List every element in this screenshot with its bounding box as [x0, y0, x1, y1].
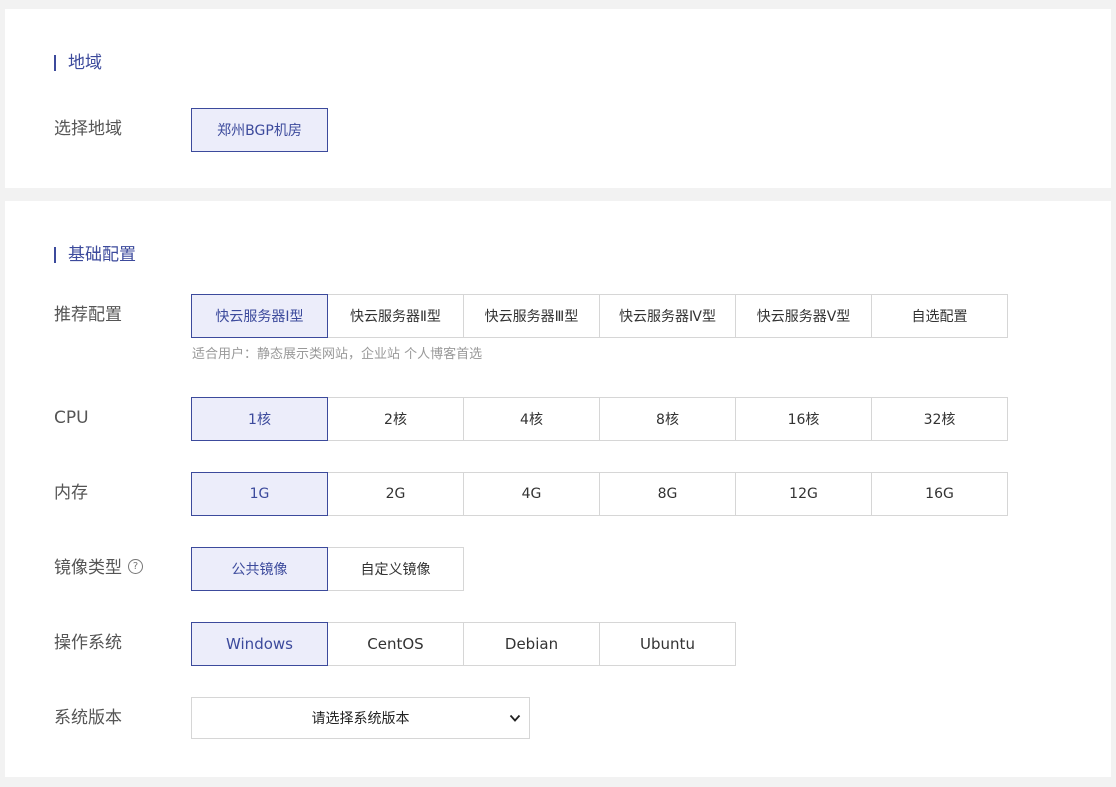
recommended-option-type-4[interactable]: 快云服务器Ⅳ型: [599, 294, 736, 338]
region-panel: 地域 选择地域 郑州BGP机房: [5, 9, 1111, 188]
memory-label: 内存: [54, 483, 88, 503]
os-version-selected-value: 请选择系统版本: [311, 711, 410, 727]
recommended-config-label: 推荐配置: [54, 305, 122, 325]
os-option-centos[interactable]: CentOS: [327, 622, 464, 666]
recommended-config-group: 快云服务器Ⅰ型 快云服务器Ⅱ型 快云服务器Ⅲ型 快云服务器Ⅳ型 快云服务器Ⅴ型 …: [191, 294, 1008, 338]
region-label: 选择地域: [54, 119, 122, 139]
memory-option-8g[interactable]: 8G: [599, 472, 736, 516]
cpu-option-16[interactable]: 16核: [735, 397, 872, 441]
region-option-group: 郑州BGP机房: [191, 108, 328, 152]
image-type-option-group: 公共镜像 自定义镜像: [191, 547, 464, 591]
cpu-option-4[interactable]: 4核: [463, 397, 600, 441]
image-type-row-label: 镜像类型?: [54, 546, 143, 590]
recommended-option-type-2[interactable]: 快云服务器Ⅱ型: [327, 294, 464, 338]
image-type-option-public[interactable]: 公共镜像: [191, 547, 328, 591]
memory-option-1g[interactable]: 1G: [191, 472, 328, 516]
region-section-title: 地域: [54, 53, 102, 73]
image-type-option-custom[interactable]: 自定义镜像: [327, 547, 464, 591]
recommended-option-custom[interactable]: 自选配置: [871, 294, 1008, 338]
os-option-group: Windows CentOS Debian Ubuntu: [191, 622, 736, 666]
cpu-option-1[interactable]: 1核: [191, 397, 328, 441]
cpu-option-group: 1核 2核 4核 8核 16核 32核: [191, 397, 1008, 441]
cpu-option-8[interactable]: 8核: [599, 397, 736, 441]
os-version-select[interactable]: 请选择系统版本: [191, 697, 530, 739]
image-type-label: 镜像类型: [54, 558, 122, 578]
cpu-label: CPU: [54, 408, 89, 428]
recommended-option-type-3[interactable]: 快云服务器Ⅲ型: [463, 294, 600, 338]
question-circle-icon[interactable]: ?: [128, 558, 143, 574]
region-option-zhengzhou-bgp[interactable]: 郑州BGP机房: [191, 108, 328, 152]
os-option-ubuntu[interactable]: Ubuntu: [599, 622, 736, 666]
memory-option-group: 1G 2G 4G 8G 12G 16G: [191, 472, 1008, 516]
os-label: 操作系统: [54, 633, 122, 653]
os-version-label: 系统版本: [54, 708, 122, 728]
memory-option-12g[interactable]: 12G: [735, 472, 872, 516]
chevron-down-icon: [509, 714, 521, 722]
cpu-option-32[interactable]: 32核: [871, 397, 1008, 441]
recommended-config-hint: 适合用户：静态展示类网站，企业站 个人博客首选: [192, 347, 483, 362]
config-panel: 基础配置 推荐配置 快云服务器Ⅰ型 快云服务器Ⅱ型 快云服务器Ⅲ型 快云服务器Ⅳ…: [5, 201, 1111, 777]
recommended-option-type-5[interactable]: 快云服务器Ⅴ型: [735, 294, 872, 338]
os-option-windows[interactable]: Windows: [191, 622, 328, 666]
recommended-option-type-1[interactable]: 快云服务器Ⅰ型: [191, 294, 328, 338]
config-section-title: 基础配置: [54, 245, 136, 265]
cpu-option-2[interactable]: 2核: [327, 397, 464, 441]
os-option-debian[interactable]: Debian: [463, 622, 600, 666]
memory-option-16g[interactable]: 16G: [871, 472, 1008, 516]
memory-option-2g[interactable]: 2G: [327, 472, 464, 516]
memory-option-4g[interactable]: 4G: [463, 472, 600, 516]
